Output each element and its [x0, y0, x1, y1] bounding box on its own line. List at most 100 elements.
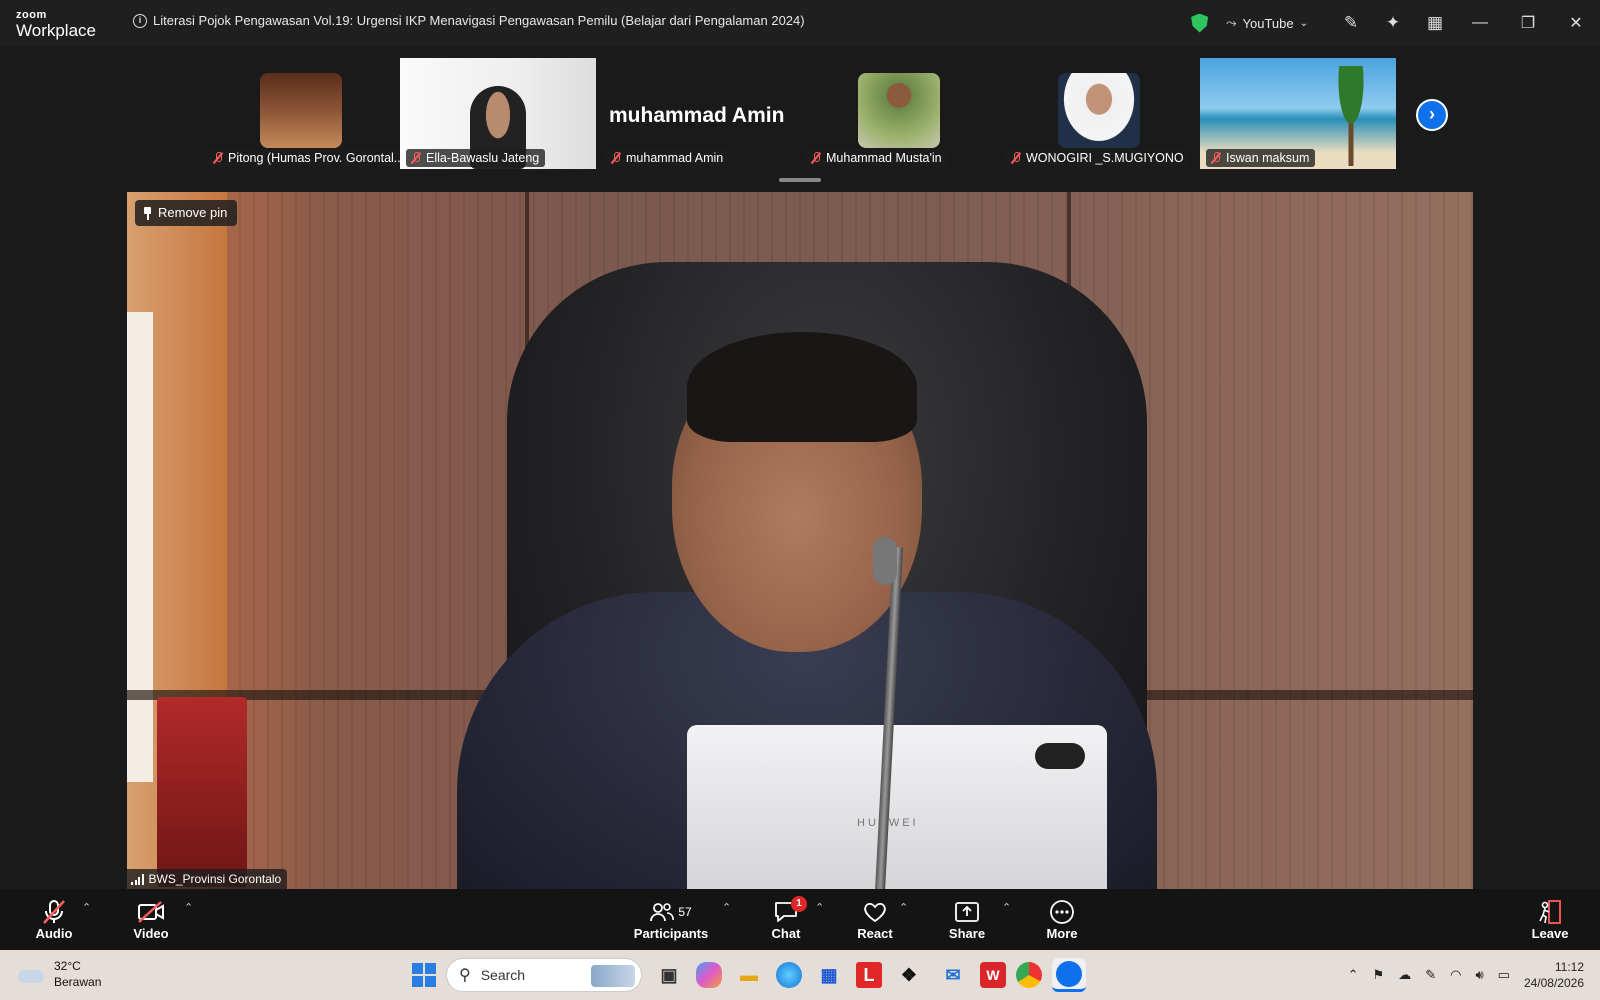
chat-unread-badge: 1 [791, 896, 807, 912]
share-button[interactable]: Share [946, 889, 988, 950]
file-explorer-icon[interactable]: ▬ [732, 958, 766, 992]
clock-time: 11:12 [1554, 960, 1584, 974]
chat-button[interactable]: 1 Chat [766, 889, 807, 950]
participant-strip: Pitong (Humas Prov. Gorontal... Ella-Baw… [0, 46, 1600, 188]
leave-button[interactable]: Leave [1530, 889, 1570, 950]
restore-button[interactable]: ❐ [1504, 0, 1552, 46]
participant-tile[interactable]: Pitong (Humas Prov. Gorontal... [202, 58, 411, 169]
participant-name-placeholder: muhammad Amin [609, 104, 785, 127]
clock-date: 24/08/2026 [1523, 976, 1584, 990]
participant-tile[interactable]: Ella-Bawaslu Jateng [400, 58, 596, 169]
more-button[interactable]: More [1042, 889, 1082, 950]
next-page-button[interactable]: › [1416, 99, 1448, 131]
video-button[interactable]: Video [131, 889, 171, 950]
task-view-icon[interactable]: ▣ [652, 958, 686, 992]
windows-start-icon[interactable] [412, 963, 436, 987]
chat-options-caret-icon[interactable]: ⌃ [815, 901, 824, 914]
participant-name-tag: Iswan maksum [1206, 149, 1316, 167]
palm-tree-image [1326, 66, 1376, 166]
participant-name: WONOGIRI _S.MUGIYONO [1026, 151, 1184, 165]
react-options-caret-icon[interactable]: ⌃ [899, 901, 908, 914]
strip-scroll-indicator[interactable] [779, 178, 821, 182]
participant-tile[interactable]: Iswan maksum [1200, 58, 1396, 169]
meeting-title-text: Literasi Pojok Pengawasan Vol.19: Urgens… [153, 13, 805, 28]
participant-name: Iswan maksum [1226, 151, 1310, 165]
livestream-youtube-button[interactable]: ⤳ YouTube ⌄ [1226, 15, 1308, 31]
wps-office-icon[interactable]: W [980, 962, 1006, 988]
share-screen-icon [954, 898, 980, 926]
pinned-speaker-video[interactable]: HUAWEI Remove pin BWS_Provinsi Gorontalo [127, 192, 1473, 889]
l-app-icon[interactable]: L [856, 962, 882, 988]
participants-options-caret-icon[interactable]: ⌃ [722, 901, 731, 914]
participant-name-tag: WONOGIRI _S.MUGIYONO [1006, 149, 1190, 167]
close-button[interactable]: ✕ [1552, 0, 1600, 46]
audio-button[interactable]: Audio [34, 889, 74, 950]
temperature: 32°C [54, 959, 81, 973]
zoom-workplace-logo: zoom Workplace [16, 9, 96, 40]
participant-avatar [1058, 73, 1140, 148]
participants-button[interactable]: 57 Participants [634, 889, 708, 950]
video-options-caret-icon[interactable]: ⌃ [184, 901, 193, 914]
network-vpn-icon[interactable]: ⚑ [1373, 967, 1385, 983]
microsoft-store-icon[interactable]: ▦ [812, 958, 846, 992]
participants-count: 57 [678, 905, 692, 919]
flag [127, 312, 153, 782]
participant-name: Ella-Bawaslu Jateng [426, 151, 540, 165]
encryption-shield-icon[interactable] [1191, 13, 1209, 33]
dropbox-icon[interactable]: ❖ [892, 958, 926, 992]
view-layout-icon[interactable]: ▦ [1414, 0, 1456, 46]
cloudy-weather-icon [18, 965, 46, 983]
share-label: Share [948, 926, 986, 941]
video-label: Video [133, 926, 169, 941]
chat-label: Chat [771, 926, 801, 941]
info-icon[interactable]: i [133, 13, 147, 28]
red-object [157, 697, 247, 887]
video-off-icon [137, 898, 165, 926]
heart-icon [862, 898, 888, 926]
tablet-device: HUAWEI [687, 725, 1107, 889]
chrome-icon[interactable] [1016, 962, 1042, 988]
audio-options-caret-icon[interactable]: ⌃ [82, 901, 91, 914]
outlook-icon[interactable]: ✉ [936, 958, 970, 992]
participant-tile[interactable]: muhammad Amin muhammad Amin [600, 58, 796, 169]
react-label: React [857, 926, 893, 941]
clock[interactable]: 11:12 24/08/2026 [1524, 959, 1584, 991]
mic-muted-icon [42, 898, 66, 926]
participant-tile[interactable]: Muhammad Musta'in [800, 58, 996, 169]
ai-companion-sparkle-icon[interactable]: ✦ [1372, 0, 1414, 46]
system-tray: ⌃ ⚑ ☁ ✎ ◠ 🔊︎ ▭ 11:12 24/08/2026 [1348, 950, 1600, 1000]
participant-tile[interactable]: WONOGIRI _S.MUGIYONO [1000, 58, 1196, 169]
mic-muted-icon [1010, 152, 1022, 164]
microphone-icon [873, 537, 897, 585]
chat-bubble-icon: 1 [773, 896, 807, 926]
wifi-icon[interactable]: ◠ [1450, 967, 1461, 983]
volume-icon[interactable]: 🔊︎ [1475, 967, 1483, 983]
zoom-taskbar-icon[interactable] [1052, 958, 1086, 992]
signal-strength-icon [131, 873, 144, 885]
share-options-caret-icon[interactable]: ⌃ [1002, 901, 1011, 914]
windows-taskbar: 32°C Berawan ⚲ Search ▣ ▬ ▦ L ❖ ✉ W ⌃ ⚑ … [0, 950, 1600, 1000]
weather-widget[interactable]: 32°C Berawan [18, 958, 101, 990]
participant-name: muhammad Amin [626, 151, 724, 165]
battery-icon[interactable]: ▭ [1498, 967, 1510, 983]
pen-input-icon[interactable]: ✎ [1425, 967, 1436, 983]
participant-avatar [858, 73, 940, 148]
annotate-pen-icon[interactable]: ✎ [1330, 0, 1372, 46]
taskbar-search-box[interactable]: ⚲ Search [446, 958, 642, 992]
title-bar: zoom Workplace i Literasi Pojok Pengawas… [0, 0, 1600, 46]
chevron-down-icon: ⌄ [1299, 17, 1308, 29]
chevron-up-icon[interactable]: ⌃ [1348, 967, 1359, 983]
camera-module [1035, 743, 1085, 769]
mic-muted-icon [810, 152, 822, 164]
logo-big-text: Workplace [16, 21, 96, 40]
search-highlight-image [591, 965, 635, 987]
edge-browser-icon[interactable] [776, 962, 802, 988]
speaker-hair [687, 332, 917, 442]
copilot-icon[interactable] [696, 962, 722, 988]
minimize-button[interactable]: — [1456, 0, 1504, 46]
logo-small-text: zoom [16, 9, 47, 21]
speaker-name-tag: BWS_Provinsi Gorontalo [127, 869, 288, 889]
react-button[interactable]: React [854, 889, 896, 950]
cloud-sync-off-icon[interactable]: ☁ [1398, 967, 1411, 983]
remove-pin-button[interactable]: Remove pin [135, 200, 238, 226]
